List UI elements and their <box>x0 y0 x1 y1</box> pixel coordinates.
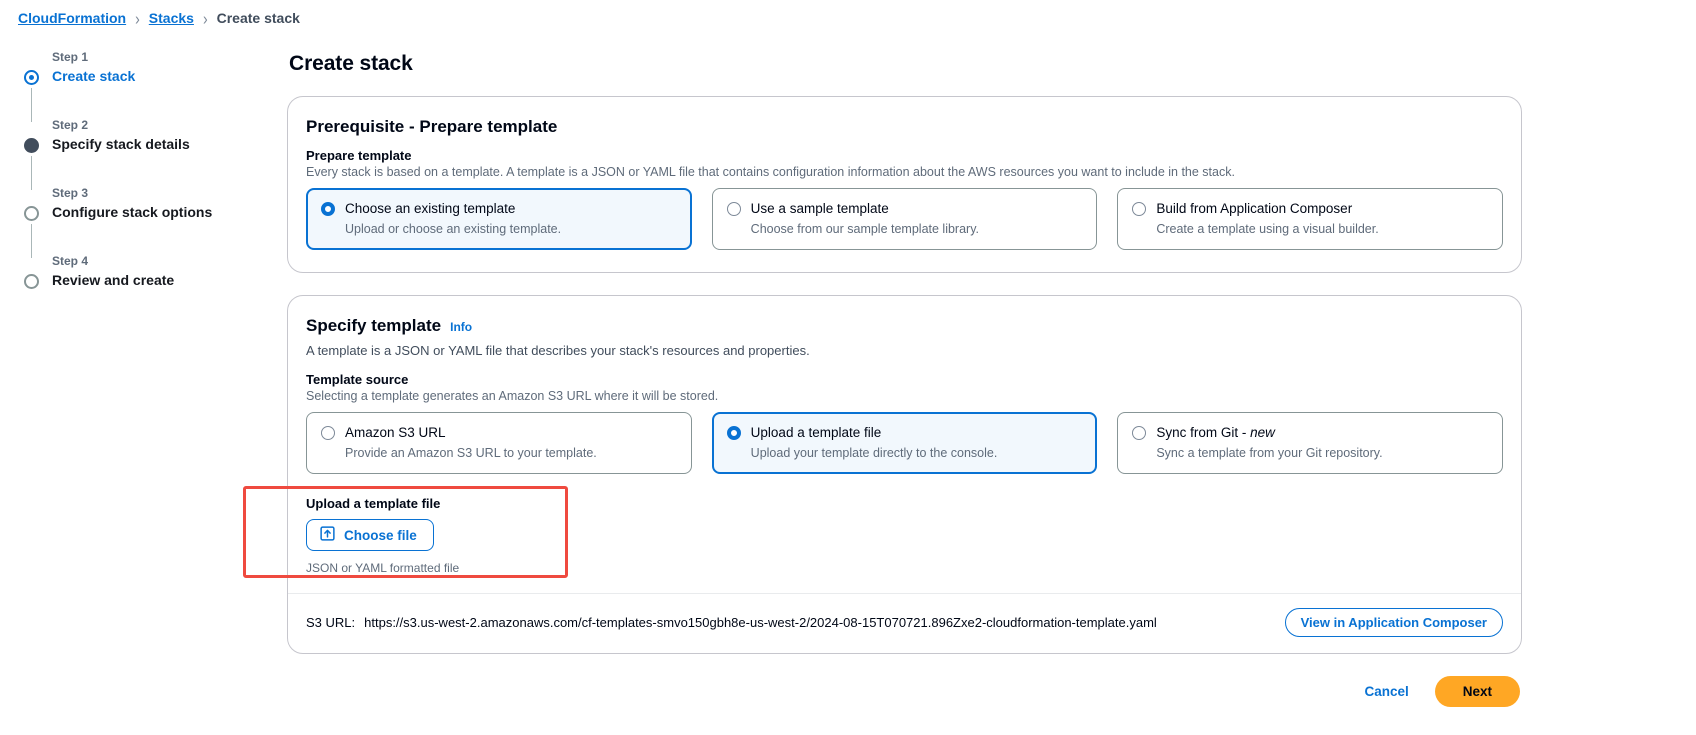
step-indicator-icon <box>24 274 39 289</box>
breadcrumb-item-create-stack: Create stack <box>216 10 300 26</box>
step-connector <box>31 156 32 190</box>
wizard-step-number: Step 2 <box>52 118 89 132</box>
radio-tile-description: Create a template using a visual builder… <box>1156 222 1379 236</box>
radio-button-icon[interactable] <box>1132 202 1147 216</box>
upload-icon <box>320 526 335 544</box>
wizard-step-configure-stack-options[interactable]: Step 3 Configure stack options <box>20 186 270 258</box>
radio-button-icon[interactable] <box>321 426 335 440</box>
prerequisite-title: Prerequisite - Prepare template <box>306 117 1503 137</box>
main-content: Create stack Prerequisite - Prepare temp… <box>243 52 1522 707</box>
s3-url-value: https://s3.us-west-2.amazonaws.com/cf-te… <box>364 615 1157 630</box>
radio-tile-label-badge: new <box>1250 425 1275 440</box>
info-link[interactable]: Info <box>450 320 472 334</box>
upload-format-hint: JSON or YAML formatted file <box>306 561 460 575</box>
template-source-hint: Selecting a template generates an Amazon… <box>306 389 719 403</box>
wizard-step-label: Configure stack options <box>52 204 213 220</box>
breadcrumb-separator-icon: › <box>135 8 140 28</box>
radio-tile-label: Use a sample template <box>750 201 889 216</box>
breadcrumb: CloudFormation › Stacks › Create stack <box>18 8 300 28</box>
radio-tile-label-text: Sync from Git - <box>1156 425 1251 440</box>
wizard-step-label: Create stack <box>52 68 136 84</box>
choose-file-button-label: Choose file <box>344 527 417 543</box>
radio-tile-description: Upload your template directly to the con… <box>750 446 998 460</box>
radio-tile-amazon-s3-url[interactable]: Amazon S3 URL Provide an Amazon S3 URL t… <box>306 412 692 474</box>
radio-tile-upload-a-template-file[interactable]: Upload a template file Upload your templ… <box>711 412 1098 474</box>
radio-button-icon[interactable] <box>726 426 741 440</box>
wizard-actions: Cancel Next <box>287 676 1522 707</box>
wizard-navigation: Step 1 Create stack Step 2 Specify stack… <box>20 50 270 289</box>
wizard-step-label: Specify stack details <box>52 136 190 152</box>
upload-template-file-block: Upload a template file Choose file JSON … <box>243 486 1503 578</box>
step-connector <box>31 88 32 122</box>
prerequisite-title-text: Prerequisite - Prepare template <box>306 117 558 136</box>
radio-tile-use-sample-template[interactable]: Use a sample template Choose from our sa… <box>711 188 1098 250</box>
wizard-step-number: Step 3 <box>52 186 89 200</box>
prepare-template-options: Choose an existing template Upload or ch… <box>306 188 1504 250</box>
template-source-label: Template source <box>306 372 409 387</box>
step-indicator-icon <box>24 206 39 221</box>
choose-file-button[interactable]: Choose file <box>306 519 434 551</box>
radio-tile-label: Amazon S3 URL <box>345 425 446 440</box>
specify-template-title: Specify template Info <box>306 316 1503 336</box>
radio-tile-label: Sync from Git - new <box>1156 425 1275 440</box>
create-stack-page: CloudFormation › Stacks › Create stack S… <box>0 0 1696 735</box>
radio-button-icon[interactable] <box>1132 426 1147 440</box>
step-connector <box>31 224 32 258</box>
wizard-step-number: Step 4 <box>52 254 89 268</box>
specify-template-description: A template is a JSON or YAML file that d… <box>306 343 810 358</box>
radio-button-icon[interactable] <box>321 202 335 216</box>
s3-url-label: S3 URL: <box>306 615 356 630</box>
radio-tile-label: Build from Application Composer <box>1156 201 1353 216</box>
view-in-application-composer-button[interactable]: View in Application Composer <box>1284 608 1503 637</box>
prepare-template-label: Prepare template <box>306 148 412 163</box>
wizard-step-specify-stack-details[interactable]: Step 2 Specify stack details <box>20 118 270 190</box>
s3-url-row: S3 URL: https://s3.us-west-2.amazonaws.c… <box>306 594 1503 653</box>
prerequisite-card: Prerequisite - Prepare template Prepare … <box>287 96 1522 273</box>
radio-tile-sync-from-git[interactable]: Sync from Git - new Sync a template from… <box>1117 412 1504 474</box>
breadcrumb-item-cloudformation[interactable]: CloudFormation <box>18 10 126 26</box>
radio-tile-choose-existing-template[interactable]: Choose an existing template Upload or ch… <box>306 188 692 250</box>
radio-tile-description: Upload or choose an existing template. <box>345 222 562 236</box>
radio-tile-description: Provide an Amazon S3 URL to your templat… <box>345 446 597 460</box>
upload-template-file-label: Upload a template file <box>306 496 441 511</box>
wizard-step-number: Step 1 <box>52 50 89 64</box>
step-indicator-icon <box>24 138 39 153</box>
radio-tile-build-from-application-composer[interactable]: Build from Application Composer Create a… <box>1117 188 1504 250</box>
radio-tile-label: Choose an existing template <box>345 201 516 216</box>
breadcrumb-separator-icon: › <box>202 8 208 28</box>
step-indicator-icon <box>24 70 39 85</box>
radio-tile-description: Choose from our sample template library. <box>750 222 980 236</box>
wizard-step-create-stack[interactable]: Step 1 Create stack <box>20 50 270 122</box>
radio-tile-description: Sync a template from your Git repository… <box>1156 446 1383 460</box>
specify-template-title-text: Specify template <box>306 316 442 335</box>
wizard-step-review-and-create[interactable]: Step 4 Review and create <box>20 254 270 289</box>
radio-tile-label: Upload a template file <box>750 425 882 440</box>
template-source-options: Amazon S3 URL Provide an Amazon S3 URL t… <box>306 412 1504 474</box>
specify-template-card: Specify template Info A template is a JS… <box>243 295 1522 654</box>
page-title: Create stack <box>289 52 413 75</box>
cancel-button[interactable]: Cancel <box>1360 678 1412 705</box>
next-button[interactable]: Next <box>1434 676 1520 707</box>
radio-button-icon[interactable] <box>726 202 741 216</box>
breadcrumb-item-stacks[interactable]: Stacks <box>149 10 194 26</box>
wizard-step-label: Review and create <box>52 272 175 288</box>
prepare-template-hint: Every stack is based on a template. A te… <box>306 165 1235 179</box>
